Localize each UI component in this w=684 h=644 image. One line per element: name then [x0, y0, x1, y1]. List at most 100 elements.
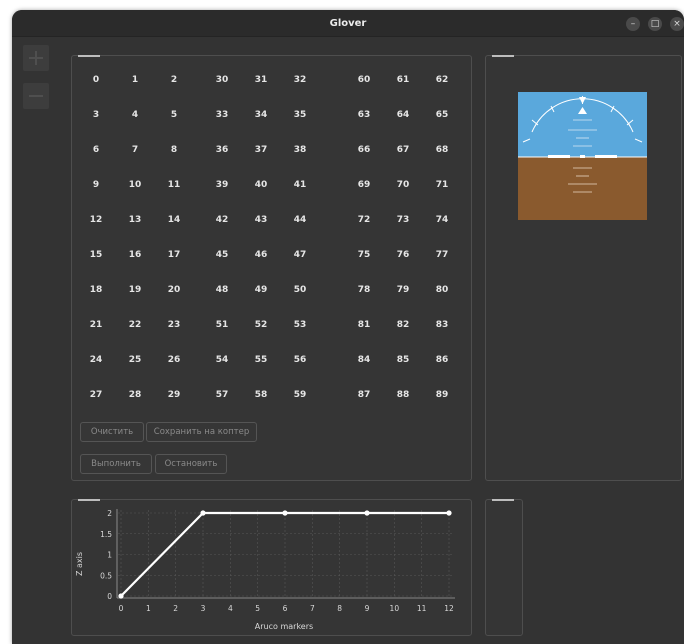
marker-82[interactable]: 82 [387, 319, 419, 331]
marker-83[interactable]: 83 [426, 319, 458, 331]
marker-81[interactable]: 81 [348, 319, 380, 331]
minimize-button[interactable]: – [626, 17, 640, 31]
marker-10[interactable]: 10 [119, 179, 151, 191]
marker-85[interactable]: 85 [387, 354, 419, 366]
marker-35[interactable]: 35 [284, 109, 316, 121]
marker-29[interactable]: 29 [158, 389, 190, 401]
marker-50[interactable]: 50 [284, 284, 316, 296]
marker-76[interactable]: 76 [387, 249, 419, 261]
chart-point[interactable] [446, 510, 452, 516]
marker-65[interactable]: 65 [426, 109, 458, 121]
marker-0[interactable]: 0 [80, 74, 112, 86]
marker-5[interactable]: 5 [158, 109, 190, 121]
marker-63[interactable]: 63 [348, 109, 380, 121]
marker-21[interactable]: 21 [80, 319, 112, 331]
marker-30[interactable]: 30 [206, 74, 238, 86]
marker-67[interactable]: 67 [387, 144, 419, 156]
marker-17[interactable]: 17 [158, 249, 190, 261]
marker-58[interactable]: 58 [245, 389, 277, 401]
marker-22[interactable]: 22 [119, 319, 151, 331]
marker-51[interactable]: 51 [206, 319, 238, 331]
marker-19[interactable]: 19 [119, 284, 151, 296]
marker-69[interactable]: 69 [348, 179, 380, 191]
marker-47[interactable]: 47 [284, 249, 316, 261]
marker-27[interactable]: 27 [80, 389, 112, 401]
marker-6[interactable]: 6 [80, 144, 112, 156]
marker-25[interactable]: 25 [119, 354, 151, 366]
marker-88[interactable]: 88 [387, 389, 419, 401]
zoom-out-button[interactable] [23, 83, 49, 109]
marker-39[interactable]: 39 [206, 179, 238, 191]
close-button[interactable]: × [670, 17, 684, 31]
run-button[interactable]: Выполнить [80, 454, 152, 474]
chart-point[interactable] [118, 593, 124, 599]
marker-24[interactable]: 24 [80, 354, 112, 366]
chart-point[interactable] [282, 510, 288, 516]
marker-89[interactable]: 89 [426, 389, 458, 401]
marker-57[interactable]: 57 [206, 389, 238, 401]
marker-32[interactable]: 32 [284, 74, 316, 86]
marker-61[interactable]: 61 [387, 74, 419, 86]
marker-45[interactable]: 45 [206, 249, 238, 261]
marker-68[interactable]: 68 [426, 144, 458, 156]
marker-77[interactable]: 77 [426, 249, 458, 261]
marker-64[interactable]: 64 [387, 109, 419, 121]
marker-44[interactable]: 44 [284, 214, 316, 226]
marker-86[interactable]: 86 [426, 354, 458, 366]
marker-1[interactable]: 1 [119, 74, 151, 86]
marker-74[interactable]: 74 [426, 214, 458, 226]
stop-button[interactable]: Остановить [155, 454, 227, 474]
marker-59[interactable]: 59 [284, 389, 316, 401]
marker-11[interactable]: 11 [158, 179, 190, 191]
marker-12[interactable]: 12 [80, 214, 112, 226]
marker-3[interactable]: 3 [80, 109, 112, 121]
marker-71[interactable]: 71 [426, 179, 458, 191]
marker-87[interactable]: 87 [348, 389, 380, 401]
marker-53[interactable]: 53 [284, 319, 316, 331]
marker-43[interactable]: 43 [245, 214, 277, 226]
chart-point[interactable] [364, 510, 370, 516]
marker-28[interactable]: 28 [119, 389, 151, 401]
chart-point[interactable] [200, 510, 206, 516]
marker-66[interactable]: 66 [348, 144, 380, 156]
maximize-button[interactable]: □ [648, 17, 662, 31]
marker-75[interactable]: 75 [348, 249, 380, 261]
marker-60[interactable]: 60 [348, 74, 380, 86]
marker-36[interactable]: 36 [206, 144, 238, 156]
marker-70[interactable]: 70 [387, 179, 419, 191]
marker-55[interactable]: 55 [245, 354, 277, 366]
marker-37[interactable]: 37 [245, 144, 277, 156]
marker-18[interactable]: 18 [80, 284, 112, 296]
marker-9[interactable]: 9 [80, 179, 112, 191]
marker-46[interactable]: 46 [245, 249, 277, 261]
marker-33[interactable]: 33 [206, 109, 238, 121]
marker-62[interactable]: 62 [426, 74, 458, 86]
marker-42[interactable]: 42 [206, 214, 238, 226]
marker-20[interactable]: 20 [158, 284, 190, 296]
save-to-copter-button[interactable]: Сохранить на коптер [146, 422, 257, 442]
marker-48[interactable]: 48 [206, 284, 238, 296]
marker-2[interactable]: 2 [158, 74, 190, 86]
marker-72[interactable]: 72 [348, 214, 380, 226]
marker-41[interactable]: 41 [284, 179, 316, 191]
marker-79[interactable]: 79 [387, 284, 419, 296]
marker-40[interactable]: 40 [245, 179, 277, 191]
marker-15[interactable]: 15 [80, 249, 112, 261]
marker-7[interactable]: 7 [119, 144, 151, 156]
marker-80[interactable]: 80 [426, 284, 458, 296]
marker-84[interactable]: 84 [348, 354, 380, 366]
marker-8[interactable]: 8 [158, 144, 190, 156]
marker-73[interactable]: 73 [387, 214, 419, 226]
marker-23[interactable]: 23 [158, 319, 190, 331]
marker-49[interactable]: 49 [245, 284, 277, 296]
clear-button[interactable]: Очистить [80, 422, 144, 442]
marker-78[interactable]: 78 [348, 284, 380, 296]
marker-13[interactable]: 13 [119, 214, 151, 226]
marker-14[interactable]: 14 [158, 214, 190, 226]
marker-16[interactable]: 16 [119, 249, 151, 261]
zoom-in-button[interactable] [23, 45, 49, 71]
marker-52[interactable]: 52 [245, 319, 277, 331]
marker-34[interactable]: 34 [245, 109, 277, 121]
marker-56[interactable]: 56 [284, 354, 316, 366]
marker-54[interactable]: 54 [206, 354, 238, 366]
